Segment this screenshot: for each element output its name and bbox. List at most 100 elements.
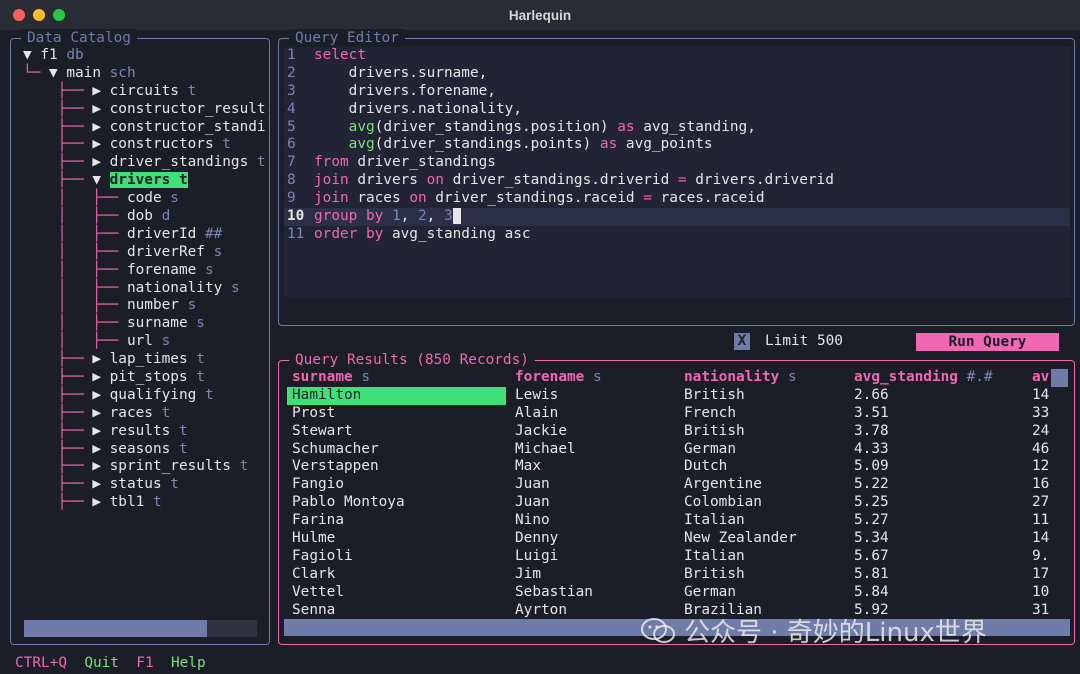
expand-icon[interactable]: ▼ [49,65,66,81]
minimize-window-button[interactable] [33,9,45,21]
expand-icon[interactable]: ▼ [92,172,109,188]
table-cell[interactable]: 5.67 [854,548,1024,566]
table-cell[interactable]: Max [515,458,675,476]
table-cell[interactable]: Stewart [292,423,507,441]
table-cell[interactable]: Verstappen [292,458,507,476]
column-header[interactable]: avg_standing #.# [854,369,1024,387]
table-cell[interactable]: Vettel [292,584,507,602]
shortcut-label[interactable]: Help [171,655,206,671]
tree-node-column-code[interactable]: │ ├── code s [23,190,266,208]
table-cell[interactable]: Michael [515,441,675,459]
table-cell[interactable]: 9. [1032,548,1052,566]
table-cell[interactable]: 14 [1032,530,1052,548]
table-row[interactable]: Stewart Jackie British 3.78 24 [284,423,1056,441]
table-name-selected[interactable]: drivers t [109,172,188,189]
shortcut-key[interactable]: F1 [136,655,153,671]
column-header[interactable]: surname s [292,369,507,387]
code-line[interactable]: 7 from driver_standings [284,154,1070,172]
table-cell[interactable]: 24 [1032,423,1052,441]
table-cell[interactable]: British [684,423,844,441]
shortcut-key[interactable]: CTRL+Q [15,655,67,671]
table-cell[interactable]: Italian [684,512,844,530]
table-cell[interactable]: 11 [1032,512,1052,530]
table-row[interactable]: Prost Alain French 3.51 33 [284,405,1056,423]
tree-node-column-nationality[interactable]: │ ├── nationality s [23,280,266,298]
tree-node-column-driverRef[interactable]: │ ├── driverRef s [23,244,266,262]
table-row[interactable]: Clark Jim British 5.81 17 [284,566,1056,584]
tree-node-column-forename[interactable]: │ ├── forename s [23,262,266,280]
table-cell[interactable]: Juan [515,494,675,512]
tree-node-table-tbl1[interactable]: ├── ▶ tbl1 t [23,494,266,512]
limit-checkbox[interactable]: X [734,333,750,350]
table-cell[interactable]: 5.25 [854,494,1024,512]
collapse-icon[interactable]: ▶ [92,101,109,117]
table-cell[interactable]: 46 [1032,441,1052,459]
results-table[interactable]: surname s forename s nationality s avg_stan… [284,369,1056,619]
table-row[interactable]: Hamilton Lewis British 2.66 14 [284,386,1056,405]
close-window-button[interactable] [13,9,25,21]
table-cell[interactable]: Schumacher [292,441,507,459]
collapse-icon[interactable]: ▶ [92,83,109,99]
table-cell[interactable]: 12 [1032,458,1052,476]
code-line[interactable]: 5 avg(driver_standings.position) as avg_… [284,119,1070,137]
collapse-icon[interactable]: ▶ [92,476,109,492]
tree-node-table-circuits[interactable]: ├── ▶ circuits t [23,83,266,101]
tree-node-table-driver_standings[interactable]: ├── ▶ driver_standings t [23,154,266,172]
table-row[interactable]: Hulme Denny New Zealander 5.34 14 [284,530,1056,548]
tree-node-column-dob[interactable]: │ ├── dob d [23,208,266,226]
results-vertical-scroll-thumb[interactable] [1051,369,1068,387]
table-cell[interactable]: 5.84 [854,584,1024,602]
table-cell[interactable]: Farina [292,512,507,530]
table-row[interactable]: Vettel Sebastian German 5.84 10 [284,584,1056,602]
table-cell[interactable]: 2.66 [854,387,1024,405]
table-cell[interactable]: German [684,584,844,602]
table-cell[interactable]: Clark [292,566,507,584]
table-cell[interactable]: New Zealander [684,530,844,548]
table-cell[interactable]: Hamilton [287,386,506,405]
table-row[interactable]: Farina Nino Italian 5.27 11 [284,512,1056,530]
table-cell[interactable]: 16 [1032,476,1052,494]
column-header[interactable]: forename s [515,369,675,387]
table-cell[interactable]: Lewis [515,387,675,405]
tree-node-table-seasons[interactable]: ├── ▶ seasons t [23,441,266,459]
table-cell[interactable]: Alain [515,405,675,423]
table-cell[interactable]: 10 [1032,584,1052,602]
tree-node-table-races[interactable]: ├── ▶ races t [23,405,266,423]
collapse-icon[interactable]: ▶ [92,351,109,367]
table-row[interactable]: Fagioli Luigi Italian 5.67 9. [284,548,1056,566]
table-cell[interactable]: German [684,441,844,459]
code-line[interactable]: 10 group by 1, 2, 3 [284,208,1070,226]
shortcut-label[interactable]: Quit [84,655,119,671]
collapse-icon[interactable]: ▶ [92,387,109,403]
table-cell[interactable]: Prost [292,405,507,423]
table-cell[interactable]: Juan [515,476,675,494]
collapse-icon[interactable]: ▶ [92,119,109,135]
tree-node-table-lap_times[interactable]: ├── ▶ lap_times t [23,351,266,369]
collapse-icon[interactable]: ▶ [92,423,109,439]
table-cell[interactable]: 4.33 [854,441,1024,459]
table-cell[interactable]: 31 [1032,602,1052,619]
tree-node-db[interactable]: ▼ f1 db [23,47,266,65]
table-cell[interactable]: Colombian [684,494,844,512]
tree-node-column-driverId[interactable]: │ ├── driverId ## [23,226,266,244]
collapse-icon[interactable]: ▶ [92,441,109,457]
collapse-icon[interactable]: ▶ [92,369,109,385]
tree-node-table-results[interactable]: ├── ▶ results t [23,423,266,441]
code-line[interactable]: 8 join drivers on driver_standings.driver… [284,172,1070,190]
table-cell[interactable]: Hulme [292,530,507,548]
table-cell[interactable]: Jackie [515,423,675,441]
table-cell[interactable]: Pablo Montoya [292,494,507,512]
table-cell[interactable]: Luigi [515,548,675,566]
table-cell[interactable]: British [684,387,844,405]
code-line[interactable]: 3 drivers.forename, [284,83,1070,101]
table-row[interactable]: Fangio Juan Argentine 5.22 16 [284,476,1056,494]
table-cell[interactable]: French [684,405,844,423]
table-cell[interactable]: 5.81 [854,566,1024,584]
table-row[interactable]: Schumacher Michael German 4.33 46 [284,441,1056,459]
code-line[interactable]: 6 avg(driver_standings.points) as avg_po… [284,136,1070,154]
table-cell[interactable]: Fangio [292,476,507,494]
table-cell[interactable]: 3.78 [854,423,1024,441]
code-line[interactable]: 2 drivers.surname, [284,65,1070,83]
code-line[interactable]: 9 join races on driver_standings.raceid =… [284,190,1070,208]
tree-node-table-sprint_results[interactable]: ├── ▶ sprint_results t [23,458,266,476]
